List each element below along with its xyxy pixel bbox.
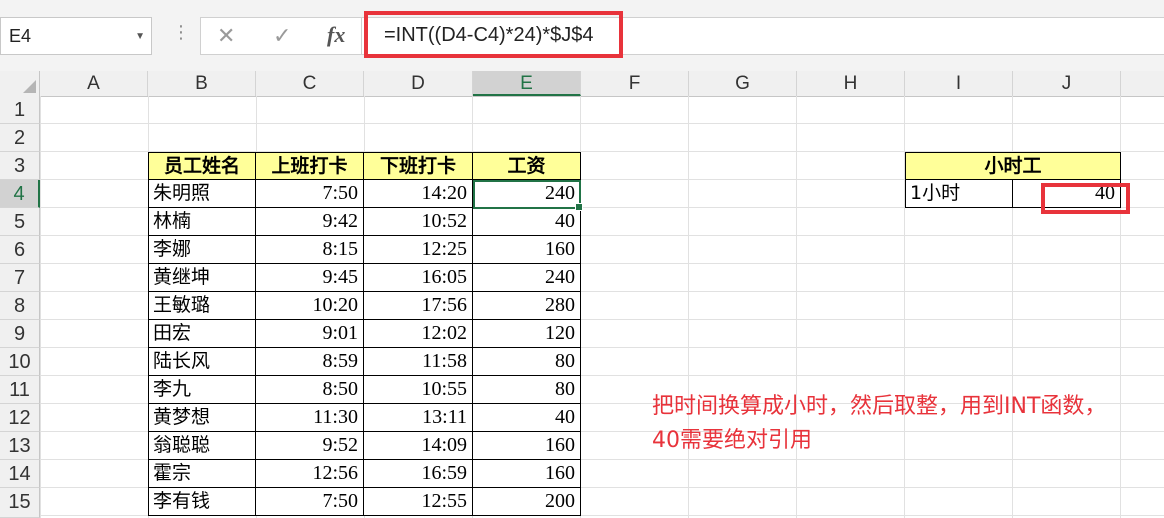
table-cell-name[interactable]: 田宏 [148,320,256,348]
table-cell-clock-in[interactable]: 9:42 [256,208,364,236]
table-cell-name[interactable]: 陆长风 [148,348,256,376]
table-cell-name[interactable]: 翁聪聪 [148,432,256,460]
column-header-g[interactable]: G [689,71,797,96]
row-header-6[interactable]: 6 [0,236,40,264]
table-cell-clock-out[interactable]: 12:02 [364,320,473,348]
column-header-a[interactable]: A [40,71,148,96]
table-cell-wage[interactable]: 160 [473,236,581,264]
table-cell-name[interactable]: 林楠 [148,208,256,236]
table-cell-clock-out[interactable]: 12:55 [364,488,473,516]
table-cell-clock-in[interactable]: 9:01 [256,320,364,348]
column-header-d[interactable]: D [364,71,473,96]
table-cell-name[interactable]: 李九 [148,376,256,404]
row-header-12[interactable]: 12 [0,404,40,432]
table-header-name[interactable]: 员工姓名 [148,152,256,180]
more-options-icon[interactable]: ⋮ [172,22,190,43]
rate-table-label[interactable]: 1小时 [905,180,1013,208]
column-header-e[interactable]: E [473,71,581,96]
table-cell-clock-in[interactable]: 12:56 [256,460,364,488]
table-cell-wage[interactable]: 160 [473,432,581,460]
table-cell-clock-in[interactable]: 11:30 [256,404,364,432]
active-cell-selection[interactable] [473,180,583,211]
column-header-c[interactable]: C [256,71,364,96]
column-header-k[interactable] [1121,71,1164,96]
formula-bar: E4 ▼ ⋮ ✕ ✓ fx =INT((D4-C4)*24)*$J$4 [0,0,1164,71]
table-cell-wage[interactable]: 40 [473,208,581,236]
table-cell-wage[interactable]: 200 [473,488,581,516]
table-cell-name[interactable]: 朱明照 [148,180,256,208]
table-cell-clock-out[interactable]: 16:05 [364,264,473,292]
rate-highlight-box [1041,183,1130,214]
column-header-bar: A B C D E F G H I J [0,71,1164,97]
row-header-9[interactable]: 9 [0,320,40,348]
table-cell-clock-in[interactable]: 8:50 [256,376,364,404]
table-cell-wage[interactable]: 80 [473,348,581,376]
table-cell-name[interactable]: 李娜 [148,236,256,264]
table-cell-clock-in[interactable]: 8:15 [256,236,364,264]
table-cell-clock-in[interactable]: 9:52 [256,432,364,460]
formula-text: =INT((D4-C4)*24)*$J$4 [384,24,594,46]
row-header-3[interactable]: 3 [0,152,40,180]
table-header-wage[interactable]: 工资 [473,152,581,180]
table-header-clock-in[interactable]: 上班打卡 [256,152,364,180]
table-cell-wage[interactable]: 280 [473,292,581,320]
fill-handle[interactable] [575,203,583,211]
table-header-clock-out[interactable]: 下班打卡 [364,152,473,180]
table-cell-clock-out[interactable]: 11:58 [364,348,473,376]
check-icon[interactable]: ✓ [273,23,291,49]
row-header-1[interactable]: 1 [0,96,40,124]
row-header-2[interactable]: 2 [0,124,40,152]
table-cell-clock-out[interactable]: 10:52 [364,208,473,236]
table-cell-clock-out[interactable]: 10:55 [364,376,473,404]
table-cell-name[interactable]: 王敏璐 [148,292,256,320]
table-cell-clock-out[interactable]: 17:56 [364,292,473,320]
table-cell-clock-out[interactable]: 16:59 [364,460,473,488]
row-header-14[interactable]: 14 [0,460,40,488]
name-box[interactable]: E4 ▼ [0,17,152,55]
chevron-down-icon[interactable]: ▼ [135,31,145,42]
name-box-value: E4 [9,26,32,46]
row-header-5[interactable]: 5 [0,208,40,236]
row-header-10[interactable]: 10 [0,348,40,376]
select-all-button[interactable] [0,71,40,96]
row-header-7[interactable]: 7 [0,264,40,292]
table-cell-name[interactable]: 黄继坤 [148,264,256,292]
cancel-icon[interactable]: ✕ [217,23,235,49]
column-header-b[interactable]: B [148,71,256,96]
annotation-line-2: 40需要绝对引用 [652,428,812,453]
table-cell-clock-out[interactable]: 14:20 [364,180,473,208]
table-cell-name[interactable]: 黄梦想 [148,404,256,432]
row-header-8[interactable]: 8 [0,292,40,320]
table-cell-clock-in[interactable]: 7:50 [256,488,364,516]
table-cell-clock-in[interactable]: 9:45 [256,264,364,292]
table-cell-clock-out[interactable]: 13:11 [364,404,473,432]
table-cell-clock-in[interactable]: 10:20 [256,292,364,320]
table-cell-clock-in[interactable]: 8:59 [256,348,364,376]
row-header-4[interactable]: 4 [0,180,40,208]
table-cell-wage[interactable]: 160 [473,460,581,488]
row-header-11[interactable]: 11 [0,376,40,404]
table-cell-name[interactable]: 李有钱 [148,488,256,516]
annotation-line-1: 把时间换算成小时，然后取整，用到INT函数， [652,394,1107,419]
rate-table-title[interactable]: 小时工 [905,152,1121,180]
column-header-i[interactable]: I [905,71,1013,96]
table-cell-clock-out[interactable]: 14:09 [364,432,473,460]
column-header-h[interactable]: H [797,71,905,96]
function-icon[interactable]: fx [327,22,345,48]
table-cell-clock-out[interactable]: 12:25 [364,236,473,264]
row-header-15[interactable]: 15 [0,488,40,518]
column-header-j[interactable]: J [1013,71,1121,96]
row-header-13[interactable]: 13 [0,432,40,460]
column-header-f[interactable]: F [581,71,689,96]
table-cell-name[interactable]: 霍宗 [148,460,256,488]
table-cell-wage[interactable]: 120 [473,320,581,348]
table-cell-clock-in[interactable]: 7:50 [256,180,364,208]
formula-buttons: ✕ ✓ fx [200,17,362,55]
table-cell-wage[interactable]: 240 [473,264,581,292]
table-cell-wage[interactable]: 80 [473,376,581,404]
table-cell-wage[interactable]: 40 [473,404,581,432]
